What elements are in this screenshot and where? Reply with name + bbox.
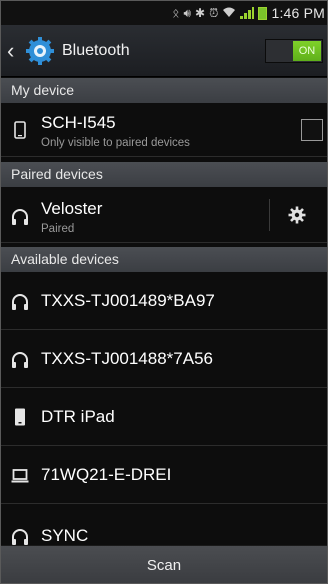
signal-icon [240, 7, 255, 19]
wifi-icon [222, 6, 236, 20]
available-device-row[interactable]: DTR iPad [1, 388, 327, 446]
tablet-icon [15, 408, 25, 426]
section-header-available: Available devices [1, 247, 327, 272]
available-device-name: 71WQ21-E-DREI [41, 465, 172, 484]
sound-icon: 🔊︎ [183, 6, 192, 20]
action-bar: ‹ Bluetooth ON [1, 25, 327, 77]
my-device-row[interactable]: SCH-I545 Only visible to paired devices [1, 103, 327, 157]
available-device-name: TXXS-TJ001489*BA97 [41, 291, 215, 310]
paired-device-status: Paired [41, 223, 75, 235]
available-device-name: SYNC [41, 526, 89, 545]
alarm-icon: ⏰︎ [209, 6, 219, 20]
settings-gear-icon[interactable] [25, 36, 55, 66]
page-title: Bluetooth [62, 41, 130, 59]
headphones-icon [12, 352, 28, 368]
my-device-visibility: Only visible to paired devices [41, 137, 190, 149]
status-time: 1:46 PM [271, 5, 325, 21]
status-bar: ᛟ 🔊︎ ✱ ⏰︎ 1:46 PM [1, 1, 327, 25]
available-device-name: TXXS-TJ001488*7A56 [41, 349, 213, 368]
my-device-name: SCH-I545 [41, 113, 116, 132]
visibility-checkbox[interactable] [301, 119, 323, 141]
toggle-on-label: ON [293, 40, 321, 61]
available-device-row[interactable]: 71WQ21-E-DREI [1, 446, 327, 504]
available-device-row[interactable]: TXXS-TJ001489*BA97 [1, 272, 327, 330]
scan-button[interactable]: Scan [1, 545, 327, 583]
bluetooth-toggle[interactable]: ON [265, 38, 323, 63]
headphones-icon [12, 209, 28, 225]
available-device-row[interactable]: TXXS-TJ001488*7A56 [1, 330, 327, 388]
laptop-icon [11, 469, 29, 483]
phone-icon [14, 121, 26, 139]
battery-icon [258, 6, 268, 20]
available-device-name: DTR iPad [41, 407, 115, 426]
bluetooth-icon: ✱ [195, 6, 206, 20]
paired-device-row[interactable]: Veloster Paired [1, 187, 327, 243]
headphones-icon [12, 294, 28, 310]
paired-device-name: Veloster [41, 199, 103, 218]
row-divider [269, 199, 270, 231]
back-chevron-icon[interactable]: ‹ [7, 39, 21, 62]
section-header-my-device: My device [1, 78, 327, 103]
nfc-icon: ᛟ [172, 6, 180, 20]
headphones-icon [12, 529, 28, 545]
section-header-paired: Paired devices [1, 162, 327, 187]
bluetooth-settings-screen: ᛟ 🔊︎ ✱ ⏰︎ 1:46 PM ‹ Bluetooth ON My devi… [0, 0, 328, 584]
device-settings-gear-icon[interactable] [288, 206, 306, 224]
